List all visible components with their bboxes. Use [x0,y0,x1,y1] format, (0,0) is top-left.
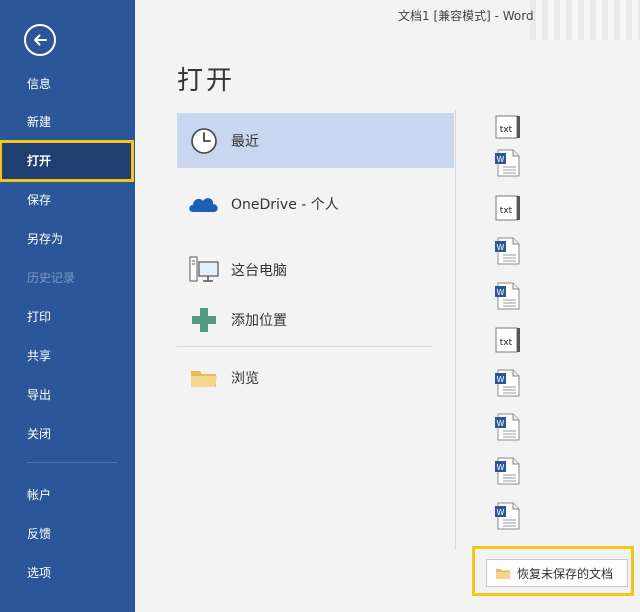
recent-file-word[interactable]: W [493,148,523,178]
plus-icon [177,306,231,334]
location-onedrive[interactable]: OneDrive - 个人 [177,176,454,231]
svg-text:W: W [497,288,505,297]
location-label: OneDrive - 个人 [231,196,339,213]
recent-file-word[interactable]: W [493,456,523,486]
word-file-icon: W [495,237,520,265]
location-label: 这台电脑 [231,262,287,279]
location-add-place[interactable]: 添加位置 [177,292,454,347]
recover-button-label: 恢复未保存的文档 [517,566,614,581]
recent-file-word[interactable]: W [493,236,523,266]
nav-history: 历史记录 [27,271,76,285]
location-label: 最近 [231,133,259,150]
recent-file-txt[interactable]: txt [493,325,523,355]
computer-icon [177,255,231,285]
nav-close[interactable]: 关闭 [0,416,135,452]
nav-save-as[interactable]: 另存为 [0,221,135,257]
word-file-icon: W [495,413,520,441]
location-divider [177,346,432,347]
nav-options[interactable]: 选项 [0,555,135,591]
recent-file-txt[interactable]: txt [493,193,523,223]
cloud-icon [177,192,231,216]
location-label: 浏览 [231,370,259,387]
svg-text:W: W [497,463,505,472]
svg-text:txt: txt [500,338,513,348]
txt-file-icon: txt [495,195,520,221]
clock-icon [177,126,231,156]
folder-icon [496,568,511,579]
backstage-sidebar: 信息 新建 打开 保存 另存为 历史记录 打印 共享 导出 关闭 帐户 反馈 选… [0,0,135,612]
location-this-pc[interactable]: 这台电脑 [177,242,454,297]
recent-file-txt[interactable]: txt [493,112,523,142]
svg-text:W: W [497,375,505,384]
folder-icon [177,366,231,390]
window-title: 文档1 [兼容模式] - Word [398,9,534,23]
nav-open[interactable]: 打开 [0,140,134,182]
svg-text:txt: txt [500,206,513,216]
page-title: 打开 [177,66,236,96]
location-recent[interactable]: 最近 [177,113,454,168]
recover-unsaved-button[interactable]: 恢复未保存的文档 [486,559,628,587]
nav-save[interactable]: 保存 [0,182,135,218]
nav-print[interactable]: 打印 [0,299,135,335]
word-file-icon: W [495,502,520,530]
nav-info[interactable]: 信息 [0,66,135,102]
txt-file-icon: txt [495,115,520,139]
back-arrow-icon [34,34,47,46]
svg-text:W: W [497,243,505,252]
svg-text:W: W [497,508,505,517]
nav-share[interactable]: 共享 [0,338,135,374]
svg-text:W: W [497,155,505,164]
nav-divider [27,462,117,463]
txt-file-icon: txt [495,327,520,353]
title-decoration [530,0,640,40]
word-file-icon: W [495,369,520,397]
nav-feedback[interactable]: 反馈 [0,516,135,552]
recent-file-word[interactable]: W [493,412,523,442]
nav-export[interactable]: 导出 [0,377,135,413]
location-browse[interactable]: 浏览 [177,350,454,405]
recent-file-word[interactable]: W [493,368,523,398]
word-file-icon: W [495,457,520,485]
panel-divider [455,110,456,550]
word-file-icon: W [495,282,520,310]
word-file-icon: W [495,149,520,177]
nav-account[interactable]: 帐户 [0,477,135,513]
nav-new[interactable]: 新建 [0,104,135,140]
back-button[interactable] [24,24,56,56]
recent-file-word[interactable]: W [493,501,523,531]
svg-text:txt: txt [500,125,513,135]
svg-text:W: W [497,419,505,428]
recent-file-word[interactable]: W [493,281,523,311]
location-label: 添加位置 [231,312,287,329]
